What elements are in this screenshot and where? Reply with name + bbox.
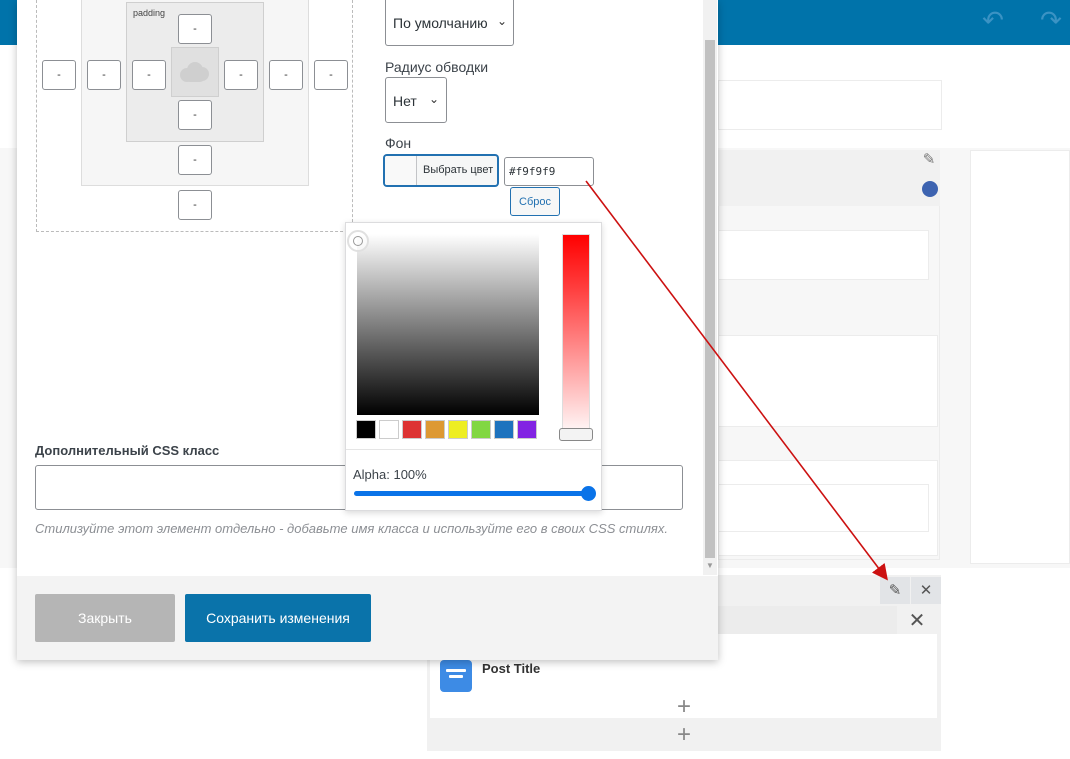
editor-block: [718, 335, 938, 427]
picker-divider: [346, 449, 601, 450]
hue-strip-handle[interactable]: [559, 428, 593, 441]
edit-pencil-icon[interactable]: ✎: [880, 577, 910, 604]
color-swatch: [385, 156, 417, 185]
border-left-input[interactable]: [87, 60, 121, 90]
scrollbar-thumb[interactable]: [705, 40, 715, 558]
alpha-slider-thumb[interactable]: [581, 486, 596, 501]
remove-close-icon[interactable]: ✕: [911, 577, 941, 604]
border-right-input[interactable]: [269, 60, 303, 90]
color-handle[interactable]: [347, 230, 369, 252]
hue-strip[interactable]: [562, 234, 590, 439]
padding-right-input[interactable]: [224, 60, 258, 90]
style-select[interactable]: По умолчанию ⌄: [385, 0, 514, 46]
margin-bottom-input[interactable]: [178, 190, 212, 220]
palette-swatch[interactable]: [425, 420, 445, 439]
cloud-icon: [180, 60, 210, 84]
chevron-down-icon: ⌄: [496, 14, 508, 28]
palette-swatch[interactable]: [517, 420, 537, 439]
alpha-label: Alpha: 100%: [353, 467, 427, 482]
alpha-slider-track[interactable]: [354, 491, 589, 496]
margin-right-input[interactable]: [314, 60, 348, 90]
scroll-down-icon[interactable]: ▼: [705, 561, 715, 571]
radius-select-value: Нет: [393, 93, 417, 109]
undo-icon[interactable]: ↶: [978, 5, 1008, 35]
radius-label: Радиус обводки: [385, 59, 489, 75]
add-plus-icon[interactable]: +: [669, 722, 699, 748]
status-dot: [922, 181, 938, 197]
padding-label: padding: [133, 8, 166, 18]
add-plus-icon[interactable]: +: [669, 694, 699, 720]
edit-pencil-icon[interactable]: ✎: [919, 150, 939, 170]
padding-bottom-input[interactable]: [178, 100, 212, 130]
post-title-label: Post Title: [482, 661, 541, 676]
modal-footer: Закрыть Сохранить изменения: [17, 576, 718, 660]
pick-color-button[interactable]: Выбрать цвет: [384, 155, 498, 186]
margin-left-input[interactable]: [42, 60, 76, 90]
radius-select[interactable]: Нет ⌄: [385, 77, 447, 123]
hex-color-input[interactable]: [504, 157, 594, 186]
palette-swatch[interactable]: [356, 420, 376, 439]
editor-column: [970, 150, 1070, 564]
palette-swatch[interactable]: [448, 420, 468, 439]
save-changes-button[interactable]: Сохранить изменения: [185, 594, 371, 642]
palette-swatch[interactable]: [379, 420, 399, 439]
reset-color-button[interactable]: Сброс: [510, 187, 560, 216]
redo-icon[interactable]: ↷: [1036, 5, 1066, 35]
post-title-icon: [440, 660, 472, 692]
css-class-label: Дополнительный CSS класс: [35, 443, 220, 458]
palette-swatch[interactable]: [494, 420, 514, 439]
box-model-content: [171, 47, 219, 97]
palette-swatch[interactable]: [471, 420, 491, 439]
close-icon[interactable]: ✕: [902, 607, 932, 635]
saturation-square[interactable]: [357, 234, 539, 415]
background-label: Фон: [385, 135, 412, 151]
modal-scrollbar[interactable]: ▼: [703, 0, 717, 575]
editor-block: [718, 230, 929, 280]
css-class-description: Стилизуйте этот элемент отдельно - добав…: [35, 521, 668, 536]
border-bottom-input[interactable]: [178, 145, 212, 175]
style-select-value: По умолчанию: [393, 15, 488, 31]
pick-color-label: Выбрать цвет: [423, 164, 494, 176]
editor-column-header: [718, 150, 940, 206]
close-button[interactable]: Закрыть: [35, 594, 175, 642]
chevron-down-icon: ⌄: [428, 92, 440, 106]
editor-block: [718, 80, 942, 130]
editor-block: [718, 484, 929, 532]
palette-swatch[interactable]: [402, 420, 422, 439]
color-picker-popup: Alpha: 100%: [345, 222, 602, 511]
padding-left-input[interactable]: [132, 60, 166, 90]
padding-top-input[interactable]: [178, 14, 212, 44]
